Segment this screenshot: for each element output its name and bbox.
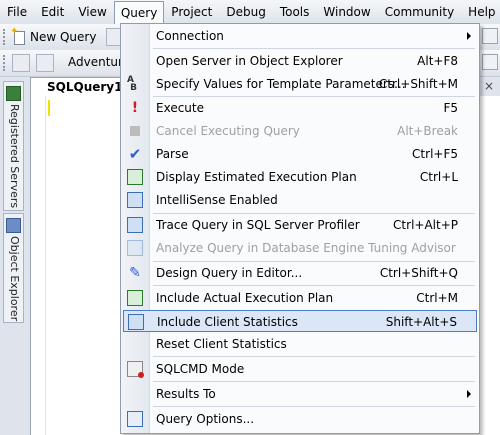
toolbar-icon[interactable] — [482, 54, 498, 70]
menu-item-open-server-in-object-explorer[interactable]: Open Server in Object Explorer Alt+F8 — [123, 50, 477, 72]
menu-item-parse[interactable]: ✔ Parse Ctrl+F5 — [123, 143, 477, 165]
menu-item-label: Results To — [156, 387, 216, 401]
menu-tools[interactable]: Tools — [273, 1, 317, 23]
menu-item-shortcut: Alt+F8 — [417, 54, 458, 68]
menu-item-sqlcmd-mode[interactable]: SQLCMD Mode — [123, 358, 477, 380]
menu-item-label: Include Client Statistics — [157, 315, 298, 329]
profiler-icon — [127, 217, 143, 233]
execute-icon: ! — [131, 100, 139, 116]
menu-item-shortcut: Ctrl+M — [416, 291, 458, 305]
close-icon[interactable]: × — [482, 79, 496, 93]
menu-item-shortcut: Ctrl+F5 — [412, 147, 458, 161]
sqlcmd-icon — [127, 361, 144, 378]
query-menu: Connection Open Server in Object Explore… — [120, 23, 480, 434]
menu-separator — [153, 381, 475, 382]
editor-gutter — [31, 96, 46, 435]
registered-servers-label: Registered Servers — [8, 104, 21, 209]
menu-window[interactable]: Window — [316, 1, 377, 23]
menu-item-display-estimated-execution-plan[interactable]: Display Estimated Execution Plan Ctrl+L — [123, 166, 477, 188]
menu-item-query-options[interactable]: Query Options... — [123, 408, 477, 430]
menu-edit[interactable]: Edit — [34, 1, 71, 23]
menu-item-results-to[interactable]: Results To — [123, 383, 477, 405]
tuning-advisor-icon — [127, 240, 143, 256]
checkmark-icon: ✔ — [128, 145, 142, 163]
menu-item-specify-template-values[interactable]: A B Specify Values for Template Paramete… — [123, 73, 477, 95]
menu-help[interactable]: Help — [461, 1, 500, 23]
menu-item-shortcut: F5 — [443, 101, 458, 115]
menu-item-label: Display Estimated Execution Plan — [156, 170, 357, 184]
menu-item-include-actual-execution-plan[interactable]: Include Actual Execution Plan Ctrl+M — [123, 287, 477, 309]
menu-item-include-client-statistics[interactable]: Include Client Statistics Shift+Alt+S — [123, 310, 477, 332]
design-query-icon: ✎ — [129, 265, 141, 281]
toolbar-icon[interactable] — [482, 28, 498, 44]
execution-plan-icon — [127, 169, 143, 185]
menu-item-label: Analyze Query in Database Engine Tuning … — [156, 241, 456, 255]
menu-item-cancel-executing-query[interactable]: Cancel Executing Query Alt+Break — [123, 120, 477, 142]
object-explorer-label: Object Explorer — [8, 236, 21, 322]
menu-item-shortcut: Ctrl+Alt+P — [393, 218, 458, 232]
database-combo[interactable]: Adventur — [64, 53, 127, 71]
menu-item-trace-query-in-profiler[interactable]: Trace Query in SQL Server Profiler Ctrl+… — [123, 214, 477, 236]
registered-servers-icon — [6, 86, 21, 101]
menu-separator — [153, 285, 475, 286]
menu-item-label: Query Options... — [156, 412, 255, 426]
menu-bar: File Edit View Query Project Debug Tools… — [0, 0, 500, 25]
menu-debug[interactable]: Debug — [219, 1, 272, 23]
menu-item-label: SQLCMD Mode — [156, 362, 245, 376]
actual-plan-icon — [127, 290, 143, 306]
menu-item-reset-client-statistics[interactable]: Reset Client Statistics — [123, 333, 477, 355]
connect-button[interactable] — [12, 52, 30, 74]
registered-servers-tab[interactable]: Registered Servers — [3, 81, 24, 211]
menu-item-label: Parse — [156, 147, 189, 161]
menu-item-label: Execute — [156, 101, 204, 115]
menu-item-label: Include Actual Execution Plan — [156, 291, 334, 305]
menu-item-shortcut: Alt+Break — [397, 124, 458, 138]
menu-item-shortcut: Shift+Alt+S — [385, 315, 457, 329]
submenu-arrow-icon — [467, 390, 471, 398]
stop-icon — [130, 126, 140, 136]
menu-item-intellisense-enabled[interactable]: IntelliSense Enabled — [123, 189, 477, 211]
client-statistics-icon — [128, 314, 144, 330]
side-panel: Registered Servers Object Explorer — [0, 77, 26, 435]
object-explorer-icon — [6, 218, 21, 233]
menu-separator — [153, 406, 475, 407]
menu-item-shortcut: Ctrl+Shift+Q — [379, 266, 458, 280]
menu-community[interactable]: Community — [378, 1, 461, 23]
editor-caret — [48, 100, 50, 116]
menu-view[interactable]: View — [71, 1, 113, 23]
menu-item-label: Specify Values for Template Parameters..… — [156, 77, 406, 91]
menu-file[interactable]: File — [0, 1, 34, 23]
menu-item-label: Reset Client Statistics — [156, 337, 287, 351]
connect-icon — [12, 54, 30, 72]
menu-item-shortcut: Ctrl+Shift+M — [378, 77, 458, 91]
menu-item-label: Design Query in Editor... — [156, 266, 303, 280]
menu-query[interactable]: Query — [113, 0, 165, 25]
change-connection-button[interactable] — [36, 52, 54, 74]
toolbar-grip[interactable] — [3, 55, 8, 71]
menu-project[interactable]: Project — [164, 1, 219, 23]
object-explorer-tab[interactable]: Object Explorer — [3, 213, 24, 323]
menu-item-shortcut: Ctrl+L — [419, 170, 458, 184]
menu-item-label: Trace Query in SQL Server Profiler — [156, 218, 360, 232]
menu-item-execute[interactable]: ! Execute F5 — [123, 97, 477, 119]
new-query-icon — [10, 26, 26, 45]
toolbar-grip[interactable] — [3, 29, 8, 45]
change-connection-icon — [36, 54, 54, 72]
menu-item-label: Connection — [156, 29, 224, 43]
menu-item-analyze-query-in-tuning-advisor[interactable]: Analyze Query in Database Engine Tuning … — [123, 237, 477, 259]
intellisense-icon — [127, 192, 143, 208]
new-query-label: New Query — [30, 30, 97, 44]
menu-separator — [153, 48, 475, 49]
menu-item-label: Cancel Executing Query — [156, 124, 300, 138]
query-options-icon — [127, 411, 143, 427]
menu-item-connection[interactable]: Connection — [123, 25, 477, 47]
menu-item-design-query-in-editor[interactable]: ✎ Design Query in Editor... Ctrl+Shift+Q — [123, 262, 477, 284]
new-query-button[interactable]: New Query — [10, 26, 97, 48]
template-parameters-icon: A B — [127, 75, 137, 93]
submenu-arrow-icon — [467, 32, 471, 40]
menu-item-label: IntelliSense Enabled — [156, 193, 278, 207]
menu-item-label: Open Server in Object Explorer — [156, 54, 343, 68]
menu-separator — [153, 356, 475, 357]
